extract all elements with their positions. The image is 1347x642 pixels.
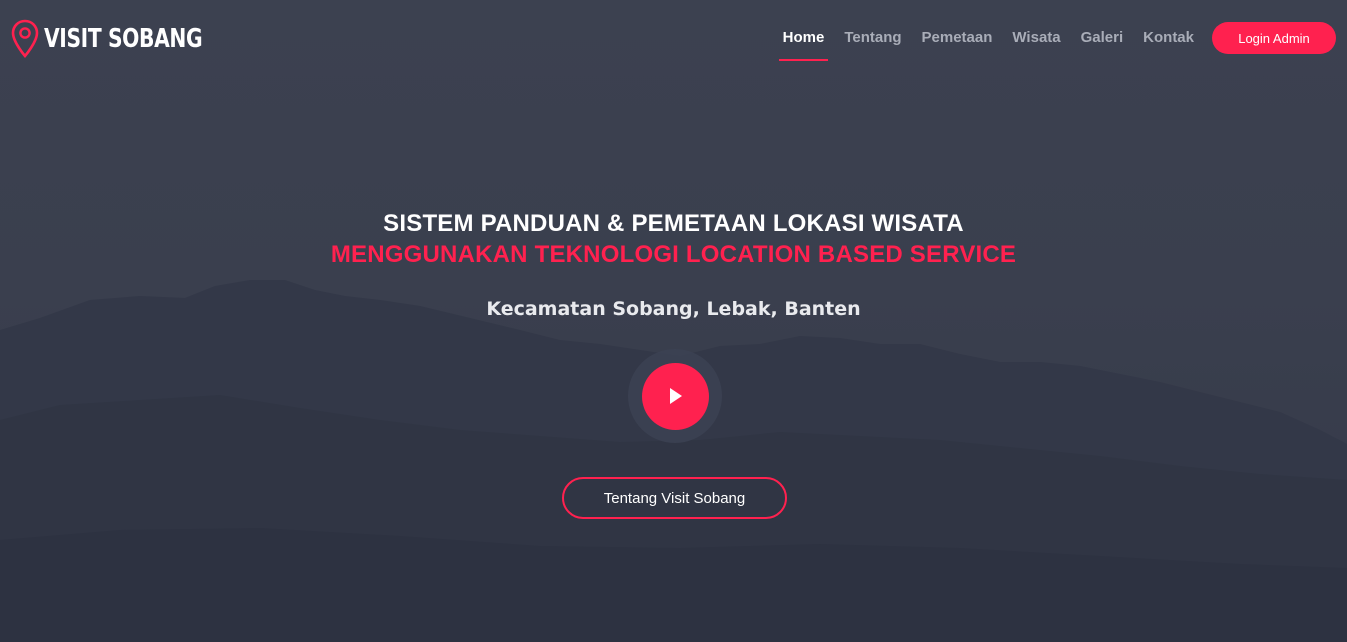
nav-item-wisata[interactable]: Wisata <box>1012 0 1060 76</box>
nav-item-tentang[interactable]: Tentang <box>844 0 901 76</box>
play-icon <box>670 388 682 404</box>
navbar: VISIT SOBANG Home Tentang Pemetaan Wisat… <box>0 0 1347 76</box>
play-button-circle <box>641 362 709 430</box>
mountain-background <box>0 280 1347 642</box>
brand-logo[interactable]: VISIT SOBANG <box>10 18 247 60</box>
about-visit-sobang-button[interactable]: Tentang Visit Sobang <box>562 477 787 519</box>
login-admin-button[interactable]: Login Admin <box>1212 22 1336 54</box>
hero-section: VISIT SOBANG Home Tentang Pemetaan Wisat… <box>0 0 1347 642</box>
play-video-button[interactable] <box>628 349 722 443</box>
nav-item-kontak[interactable]: Kontak <box>1143 0 1194 76</box>
hero-subtitle: Kecamatan Sobang, Lebak, Banten <box>486 298 861 320</box>
map-pin-icon <box>11 19 39 58</box>
hero-title-line1: SISTEM PANDUAN & PEMETAAN LOKASI WISATA <box>383 210 964 237</box>
nav-item-home[interactable]: Home <box>778 0 828 76</box>
nav-menu: Home Tentang Pemetaan Wisata Galeri Kont… <box>778 0 1347 76</box>
nav-item-galeri[interactable]: Galeri <box>1081 0 1124 76</box>
hero-title-line2: MENGGUNAKAN TEKNOLOGI LOCATION BASED SER… <box>330 241 1017 268</box>
nav-item-pemetaan[interactable]: Pemetaan <box>922 0 993 76</box>
brand-name: VISIT SOBANG <box>44 24 203 54</box>
